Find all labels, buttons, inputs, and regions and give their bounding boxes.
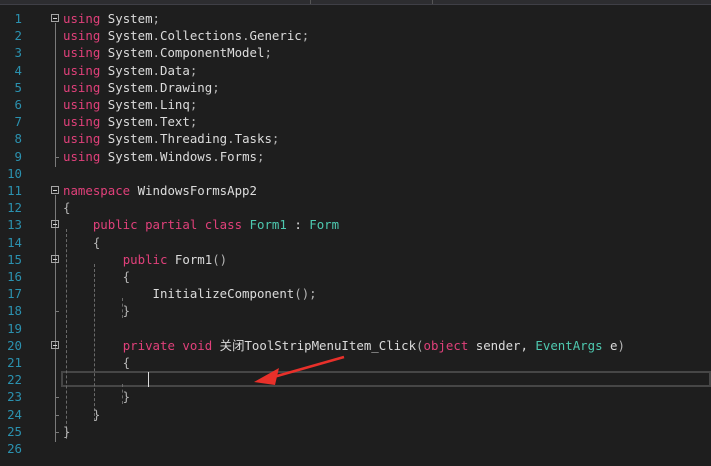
tab-divider xyxy=(310,0,311,4)
annotation-arrow-shaft xyxy=(269,355,345,380)
annotation-arrow xyxy=(254,355,345,385)
tab-divider xyxy=(432,0,433,4)
annotation-arrow-head xyxy=(254,368,279,385)
code-editor[interactable]: 1 using System; 2 using System.Collections.… xyxy=(0,5,711,461)
